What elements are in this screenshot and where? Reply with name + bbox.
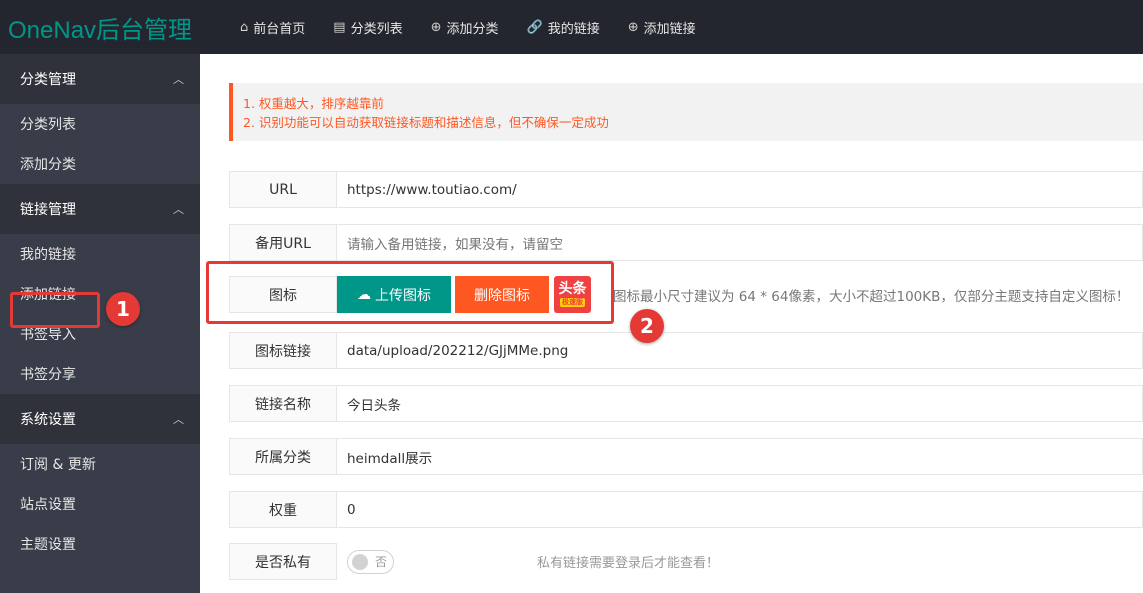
home-icon: ⌂	[240, 19, 249, 35]
nav-home[interactable]: ⌂ 前台首页	[226, 0, 319, 54]
icon-link-label: 图标链接	[229, 332, 337, 369]
private-hint: 私有链接需要登录后才能查看！	[537, 556, 720, 571]
private-toggle[interactable]: 否	[347, 549, 394, 574]
chevron-up-icon: ︿	[173, 413, 184, 426]
nav-label: 我的链接	[547, 21, 600, 37]
url-row: URL https://www.toutiao.com/	[229, 171, 1143, 208]
category-row: 所属分类 heimdall展示	[229, 438, 1143, 475]
sidebar-item-add-category[interactable]: 添加分类	[0, 144, 200, 184]
toggle-knob	[352, 553, 368, 570]
link-name-row: 链接名称 今日头条	[229, 385, 1143, 422]
sidebar-item-subscription[interactable]: 订阅 & 更新	[0, 444, 200, 484]
app-logo[interactable]: OneNav后台管理	[8, 10, 192, 45]
backup-url-label: 备用URL	[229, 224, 337, 261]
icon-link-row: 图标链接 data/upload/202212/GJjMMe.png	[229, 332, 1143, 369]
category-label: 所属分类	[229, 438, 337, 475]
link-icon: 🔗	[526, 19, 543, 35]
category-select[interactable]: heimdall展示	[337, 438, 1143, 475]
backup-url-input[interactable]: 请输入备用链接，如果没有，请留空	[337, 224, 1143, 261]
url-input[interactable]: https://www.toutiao.com/	[337, 171, 1143, 208]
backup-url-row: 备用URL 请输入备用链接，如果没有，请留空	[229, 224, 1143, 261]
private-label: 是否私有	[229, 543, 337, 580]
url-label: URL	[229, 171, 337, 208]
annotation-badge-1: 1	[106, 292, 140, 326]
link-name-label: 链接名称	[229, 385, 337, 422]
plus-circle-icon: ⊕	[430, 19, 442, 35]
sidebar-item-category-list[interactable]: 分类列表	[0, 104, 200, 144]
tip-line: 1. 权重越大，排序越靠前	[243, 96, 384, 111]
sidebar-group-links[interactable]: 链接管理 ︿	[0, 184, 200, 234]
chevron-up-icon: ︿	[173, 73, 184, 86]
link-name-input[interactable]: 今日头条	[337, 385, 1143, 422]
private-row: 是否私有 否 私有链接需要登录后才能查看！	[229, 543, 1143, 580]
plus-circle-icon: ⊕	[627, 19, 639, 35]
tip-line: 2. 识别功能可以自动获取链接标题和描述信息，但不确保一定成功	[243, 115, 609, 130]
list-icon: ▤	[333, 19, 346, 35]
top-header: OneNav后台管理 ⌂ 前台首页 ▤ 分类列表 ⊕ 添加分类 🔗 我的链接 ⊕ 添加链接	[0, 0, 1143, 54]
weight-input[interactable]: 0	[337, 491, 1143, 528]
sidebar-group-system[interactable]: 系统设置 ︿	[0, 394, 200, 444]
sidebar-group-title: 链接管理	[20, 202, 76, 218]
nav-label: 添加分类	[446, 21, 499, 37]
top-nav: ⌂ 前台首页 ▤ 分类列表 ⊕ 添加分类 🔗 我的链接 ⊕ 添加链接	[226, 0, 710, 54]
sidebar-item-my-links[interactable]: 我的链接	[0, 234, 200, 274]
sidebar-item-bookmark-share[interactable]: 书签分享	[0, 354, 200, 394]
nav-category-list[interactable]: ▤ 分类列表	[319, 0, 416, 54]
annotation-highlight-box	[10, 292, 100, 328]
chevron-up-icon: ︿	[173, 203, 184, 216]
weight-row: 权重 0	[229, 491, 1143, 528]
icon-link-input[interactable]: data/upload/202212/GJjMMe.png	[337, 332, 1143, 369]
sidebar-item-site-settings[interactable]: 站点设置	[0, 484, 200, 524]
tips-box: 1. 权重越大，排序越靠前 2. 识别功能可以自动获取链接标题和描述信息，但不确…	[229, 83, 1143, 141]
sidebar-item-theme-settings[interactable]: 主题设置	[0, 524, 200, 564]
sidebar-group-category[interactable]: 分类管理 ︿	[0, 54, 200, 104]
weight-label: 权重	[229, 491, 337, 528]
annotation-highlight-frame	[206, 261, 614, 324]
main-content: 1. 权重越大，排序越靠前 2. 识别功能可以自动获取链接标题和描述信息，但不确…	[200, 54, 1143, 593]
nav-label: 前台首页	[253, 21, 306, 37]
nav-label: 添加链接	[643, 21, 696, 37]
sidebar: 分类管理 ︿ 分类列表 添加分类 链接管理 ︿ 我的链接 添加链接 书签导入 书签分…	[0, 54, 200, 593]
sidebar-group-title: 分类管理	[20, 72, 76, 88]
nav-add-category[interactable]: ⊕ 添加分类	[417, 0, 513, 54]
annotation-badge-2: 2	[630, 309, 664, 343]
toggle-text: 否	[375, 555, 388, 569]
sidebar-group-title: 系统设置	[20, 412, 76, 428]
nav-my-links[interactable]: 🔗 我的链接	[513, 0, 614, 54]
nav-label: 分类列表	[350, 21, 403, 37]
nav-add-link[interactable]: ⊕ 添加链接	[614, 0, 710, 54]
private-controls: 否 私有链接需要登录后才能查看！	[337, 543, 1143, 580]
icon-size-hint: 图标最小尺寸建议为 64 * 64像素，大小不超过100KB，仅部分主题支持自定…	[613, 288, 1130, 305]
